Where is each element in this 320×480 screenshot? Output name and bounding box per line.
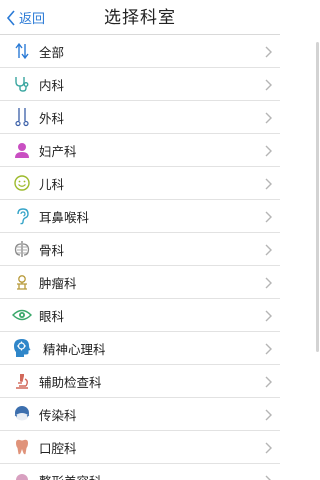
sort-arrows-icon — [11, 40, 33, 62]
department-item-infectious[interactable]: 传染科 — [0, 398, 280, 431]
back-label: 返回 — [19, 11, 46, 26]
chevron-right-icon — [265, 342, 272, 360]
chevron-right-icon — [265, 210, 272, 228]
department-item-cosmetic[interactable]: 整形美容科 — [0, 464, 280, 480]
chevron-right-icon — [265, 408, 272, 426]
chevron-right-icon — [265, 441, 272, 459]
department-label: 肿瘤科 — [39, 276, 77, 291]
tooth-icon — [11, 436, 33, 458]
smiley-face-icon — [11, 172, 33, 194]
back-button[interactable]: 返回 — [6, 0, 45, 35]
chevron-right-icon — [265, 276, 272, 294]
department-label: 内科 — [39, 78, 65, 93]
department-list: 全部 内科 外科 妇产科 儿科 耳鼻喉科 骨科 肿瘤科 眼科 精神心理科 辅助检… — [0, 35, 280, 480]
chevron-right-icon — [265, 144, 272, 162]
department-label: 妇产科 — [39, 144, 77, 159]
woman-icon — [11, 139, 33, 161]
department-item-internal-medicine[interactable]: 内科 — [0, 68, 280, 101]
microscope-icon — [11, 370, 33, 392]
nav-bar: 返回 选择科室 — [0, 0, 280, 35]
department-item-all[interactable]: 全部 — [0, 35, 280, 68]
department-item-surgery[interactable]: 外科 — [0, 101, 280, 134]
brain-head-icon — [11, 337, 33, 359]
eye-icon — [11, 304, 33, 326]
department-item-diagnostics[interactable]: 辅助检查科 — [0, 365, 280, 398]
department-item-dental[interactable]: 口腔科 — [0, 431, 280, 464]
department-label: 口腔科 — [39, 441, 77, 456]
chevron-left-icon — [6, 9, 16, 26]
department-item-ophthalmology[interactable]: 眼科 — [0, 299, 280, 332]
chevron-right-icon — [265, 375, 272, 393]
department-label: 传染科 — [39, 408, 77, 423]
department-item-ent[interactable]: 耳鼻喉科 — [0, 200, 280, 233]
chevron-right-icon — [265, 309, 272, 327]
department-item-obstetrics[interactable]: 妇产科 — [0, 134, 280, 167]
department-label: 骨科 — [39, 243, 65, 258]
chevron-right-icon — [265, 243, 272, 261]
stethoscope-icon — [11, 73, 33, 95]
department-label: 儿科 — [39, 177, 65, 192]
chevron-right-icon — [265, 111, 272, 129]
department-label: 全部 — [39, 45, 65, 60]
department-label: 辅助检查科 — [39, 375, 102, 390]
department-label: 整形美容科 — [39, 471, 102, 480]
ear-icon — [11, 205, 33, 227]
surgical-tools-icon — [11, 106, 33, 128]
scrollbar[interactable] — [316, 42, 319, 352]
chevron-right-icon — [265, 78, 272, 96]
department-item-orthopedics[interactable]: 骨科 — [0, 233, 280, 266]
chevron-right-icon — [265, 474, 272, 480]
mask-face-icon — [11, 403, 33, 425]
department-item-oncology[interactable]: 肿瘤科 — [0, 266, 280, 299]
partial-row-icon — [11, 469, 33, 480]
ribcage-icon — [11, 238, 33, 260]
department-label: 耳鼻喉科 — [39, 210, 90, 225]
department-label: 精神心理科 — [43, 342, 106, 357]
tumor-icon — [11, 271, 33, 293]
department-item-psychiatry[interactable]: 精神心理科 — [0, 332, 280, 365]
chevron-right-icon — [265, 177, 272, 195]
department-label: 眼科 — [39, 309, 65, 324]
department-label: 外科 — [39, 111, 65, 126]
department-item-pediatrics[interactable]: 儿科 — [0, 167, 280, 200]
chevron-right-icon — [265, 45, 272, 63]
